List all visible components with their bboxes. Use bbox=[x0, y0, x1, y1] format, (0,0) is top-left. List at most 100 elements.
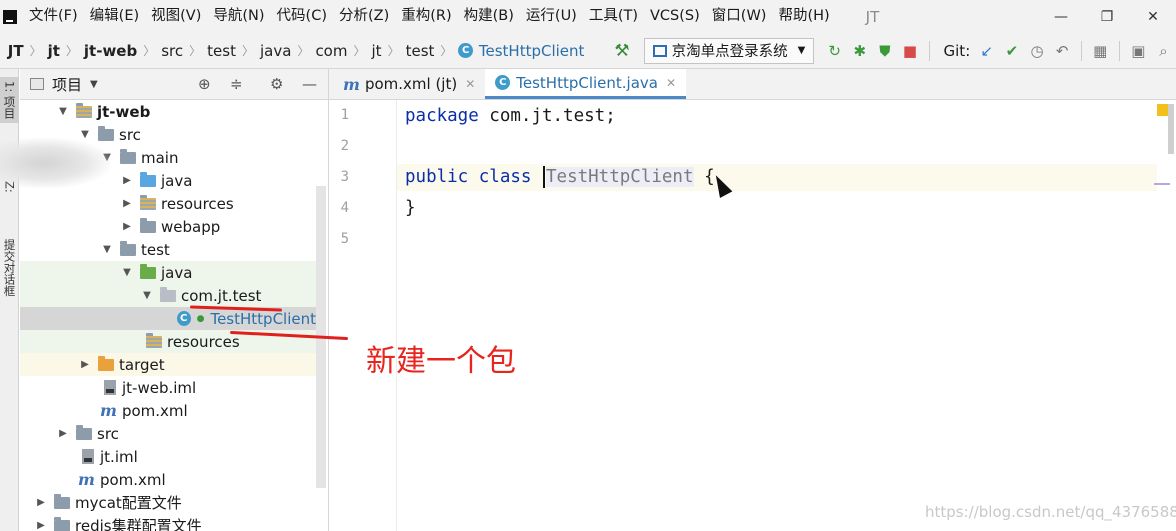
class-name-token: TestHttpClient bbox=[546, 167, 694, 187]
menu-build[interactable]: 构建(B) bbox=[458, 0, 520, 33]
code-editor[interactable]: package com.jt.test; public class TestHt… bbox=[397, 100, 1176, 531]
maximize-button[interactable]: ❐ bbox=[1084, 9, 1130, 25]
class-icon: C bbox=[495, 75, 511, 90]
coverage-shield-icon[interactable]: ⛊ bbox=[872, 42, 897, 60]
close-icon[interactable]: ✕ bbox=[465, 77, 475, 91]
folder-icon bbox=[120, 240, 136, 256]
debug-bug-icon[interactable]: ✱ bbox=[847, 42, 872, 60]
breadcrumb-test[interactable]: test bbox=[207, 42, 236, 60]
project-tool-tab[interactable]: 1: 项目 bbox=[0, 77, 19, 123]
breadcrumb-java[interactable]: java bbox=[260, 42, 291, 60]
folder-icon bbox=[54, 516, 70, 531]
tree-item-label: resources bbox=[167, 332, 240, 351]
git-update-icon[interactable]: ↙ bbox=[974, 42, 999, 60]
menu-navigate[interactable]: 导航(N) bbox=[207, 0, 270, 33]
chevron-right-icon: 〉 bbox=[241, 44, 254, 58]
gear-icon[interactable]: ⚙ bbox=[270, 75, 283, 93]
breadcrumb-src[interactable]: src bbox=[161, 42, 183, 60]
error-stripe-mark[interactable] bbox=[1154, 183, 1170, 185]
menu-analyze[interactable]: 分析(Z) bbox=[333, 0, 395, 33]
close-icon[interactable]: ✕ bbox=[666, 76, 676, 90]
breadcrumb-com[interactable]: com bbox=[315, 42, 347, 60]
chevron-down-icon[interactable]: ▼ bbox=[140, 290, 154, 301]
hide-panel-icon[interactable]: — bbox=[302, 75, 317, 93]
menu-edit[interactable]: 编辑(E) bbox=[84, 0, 145, 33]
chevron-down-icon[interactable]: ▼ bbox=[90, 79, 98, 90]
commit-tool-tab[interactable]: 提交对话框 bbox=[0, 239, 19, 297]
chevron-right-icon[interactable]: ▶ bbox=[34, 497, 48, 508]
git-rollback-icon[interactable]: ↶ bbox=[1050, 42, 1075, 60]
menu-file[interactable]: 文件(F) bbox=[23, 0, 84, 33]
editor-scrollbar[interactable] bbox=[1168, 104, 1174, 154]
chevron-right-icon: 〉 bbox=[29, 44, 42, 58]
chevron-right-icon[interactable]: ▶ bbox=[78, 359, 92, 370]
tree-item-jt-web-iml[interactable]: jt-web.iml bbox=[20, 376, 316, 399]
chevron-right-icon[interactable]: ▶ bbox=[120, 198, 134, 209]
tree-item-root-src[interactable]: ▶ src bbox=[20, 422, 316, 445]
tree-item-jt-web-pom[interactable]: m pom.xml bbox=[20, 399, 316, 422]
tree-item-webapp[interactable]: ▶ webapp bbox=[20, 215, 316, 238]
breadcrumb-class[interactable]: TestHttpClient bbox=[479, 42, 585, 60]
project-view-icon bbox=[30, 78, 44, 90]
search-icon[interactable]: ⌕ bbox=[1151, 42, 1176, 60]
chevron-down-icon[interactable]: ▼ bbox=[120, 267, 134, 278]
menu-run[interactable]: 运行(U) bbox=[520, 0, 583, 33]
menu-vcs[interactable]: VCS(S) bbox=[644, 0, 706, 33]
tree-item-jt-web[interactable]: ▼ jt-web bbox=[20, 100, 316, 123]
terminal-window-icon[interactable]: ▣ bbox=[1126, 42, 1151, 60]
tree-item-jt-pom[interactable]: m pom.xml bbox=[20, 468, 316, 491]
chevron-down-icon[interactable]: ▼ bbox=[56, 106, 70, 117]
tree-item-package[interactable]: ▼ com.jt.test bbox=[20, 284, 316, 307]
breadcrumb-jt-web[interactable]: jt-web bbox=[84, 42, 137, 60]
code-line-3[interactable]: public class TestHttpClient { bbox=[405, 162, 715, 193]
build-hammer-icon[interactable]: ⚒ bbox=[614, 41, 629, 61]
chevron-right-icon[interactable]: ▶ bbox=[34, 520, 48, 531]
tree-item-target[interactable]: ▶ target bbox=[20, 353, 316, 376]
leaf-icon: ● bbox=[196, 313, 205, 324]
breadcrumb-jt[interactable]: jt bbox=[48, 42, 60, 60]
minimize-button[interactable]: — bbox=[1038, 9, 1084, 25]
git-history-clock-icon[interactable]: ◷ bbox=[1024, 42, 1049, 60]
tree-item-mycat[interactable]: ▶ mycat配置文件 bbox=[20, 491, 316, 514]
maven-icon: m bbox=[78, 470, 95, 489]
code-line-1[interactable]: package com.jt.test; bbox=[405, 101, 616, 132]
locate-crosshair-icon[interactable]: ⊕ bbox=[198, 75, 211, 93]
menu-window[interactable]: 窗口(W) bbox=[706, 0, 773, 33]
menu-code[interactable]: 代码(C) bbox=[271, 0, 333, 33]
collapse-all-icon[interactable]: ≑ bbox=[230, 75, 243, 93]
run-config-label: 京淘单点登录系统 bbox=[671, 44, 788, 60]
menu-refactor[interactable]: 重构(R) bbox=[395, 0, 457, 33]
code-line-4[interactable]: } bbox=[405, 193, 416, 224]
menu-view[interactable]: 视图(V) bbox=[145, 0, 207, 33]
menu-tools[interactable]: 工具(T) bbox=[583, 0, 644, 33]
tab-testhttpclient[interactable]: C TestHttpClient.java ✕ bbox=[485, 69, 687, 99]
tree-item-jt-iml[interactable]: jt.iml bbox=[20, 445, 316, 468]
breadcrumb-jt-pkg[interactable]: jt bbox=[372, 42, 382, 60]
source-folder-icon bbox=[140, 171, 156, 187]
menu-help[interactable]: 帮助(H) bbox=[772, 0, 835, 33]
tree-item-main-resources[interactable]: ▶ resources bbox=[20, 192, 316, 215]
run-config-selector[interactable]: 京淘单点登录系统 ▼ bbox=[643, 37, 815, 64]
line-number: 5 bbox=[340, 231, 349, 247]
folder-icon bbox=[54, 493, 70, 509]
git-commit-check-icon[interactable]: ✔ bbox=[999, 42, 1024, 60]
tree-item-test[interactable]: ▼ test bbox=[20, 238, 316, 261]
stop-icon[interactable]: ■ bbox=[897, 42, 922, 60]
breadcrumb-test-pkg[interactable]: test bbox=[406, 42, 435, 60]
rerun-icon[interactable]: ↻ bbox=[822, 42, 847, 60]
close-button[interactable]: ✕ bbox=[1130, 9, 1176, 25]
test-source-folder-icon bbox=[140, 263, 156, 279]
breadcrumb-jt-root[interactable]: JT bbox=[8, 42, 24, 60]
annotation-text: 新建一个包 bbox=[366, 344, 516, 379]
chevron-right-icon[interactable]: ▶ bbox=[56, 428, 70, 439]
chevron-right-icon[interactable]: ▶ bbox=[120, 175, 134, 186]
chevron-down-icon[interactable]: ▼ bbox=[100, 244, 114, 255]
project-panel-title[interactable]: 项目 bbox=[52, 74, 82, 95]
folder-icon bbox=[140, 217, 156, 233]
tab-pom-xml[interactable]: m pom.xml (jt) ✕ bbox=[329, 69, 485, 99]
tree-item-label: test bbox=[141, 240, 170, 259]
chevron-right-icon[interactable]: ▶ bbox=[120, 221, 134, 232]
project-structure-icon[interactable]: ▦ bbox=[1088, 42, 1113, 60]
tree-item-test-java[interactable]: ▼ java bbox=[20, 261, 316, 284]
tree-item-redis[interactable]: ▶ redis集群配置文件 bbox=[20, 514, 316, 531]
